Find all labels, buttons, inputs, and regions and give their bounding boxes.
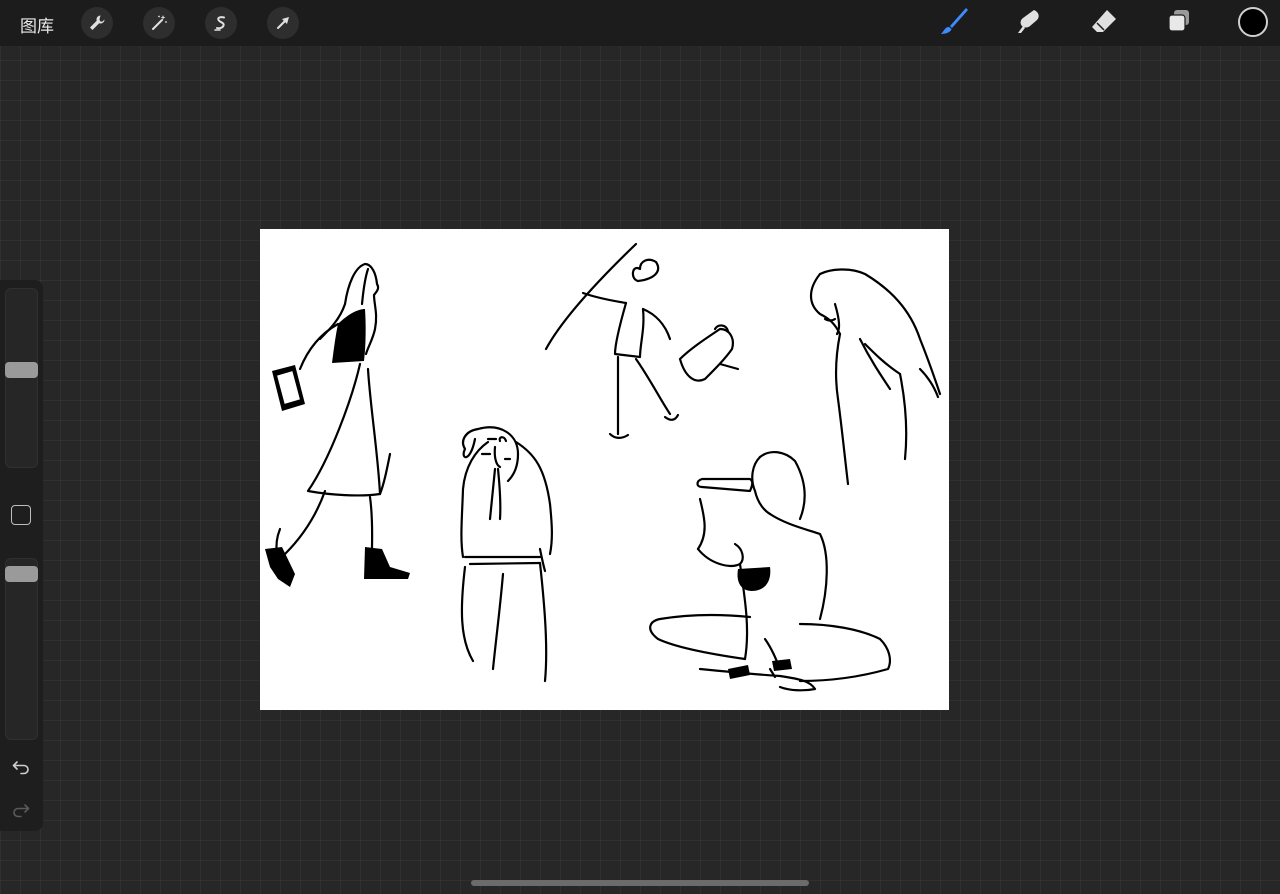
eraser-tool-button[interactable] (1087, 6, 1121, 40)
transform-button[interactable] (267, 7, 299, 39)
woman-black-top (332, 309, 366, 363)
home-indicator[interactable] (471, 880, 809, 886)
selection-button[interactable] (205, 7, 237, 39)
child-with-teddy-figure (544, 242, 740, 439)
transform-arrow-icon (274, 14, 292, 32)
standing-person-figure (460, 426, 553, 683)
adjustments-button[interactable] (143, 7, 175, 39)
actions-button[interactable] (81, 7, 113, 39)
portrait-figure (809, 268, 942, 486)
magic-wand-icon (150, 14, 168, 32)
layers-icon (1165, 7, 1193, 39)
redo-button[interactable] (9, 799, 33, 823)
walking-woman-figure (275, 262, 392, 556)
seated-woman-left-sock (728, 665, 750, 679)
opacity-thumb[interactable] (5, 566, 38, 582)
top-toolbar: 图库 (0, 0, 1280, 46)
selection-icon (212, 14, 230, 32)
brush-tool-button[interactable] (937, 6, 971, 40)
left-sidebar (0, 280, 43, 831)
eraser-icon (1089, 6, 1119, 40)
smudge-icon (1014, 6, 1044, 40)
undo-icon (11, 756, 31, 780)
gallery-button[interactable]: 图库 (20, 12, 54, 37)
smudge-tool-button[interactable] (1012, 6, 1046, 40)
brush-size-slider[interactable] (5, 288, 38, 468)
brush-size-thumb[interactable] (5, 362, 38, 378)
redo-icon (11, 799, 31, 823)
opacity-slider[interactable] (5, 558, 38, 740)
woman-left-boot (265, 547, 295, 587)
wrench-icon (88, 14, 106, 32)
drawing-canvas[interactable] (260, 229, 949, 710)
modify-button[interactable] (11, 505, 31, 525)
woman-right-boot (364, 547, 410, 579)
color-swatch[interactable] (1238, 7, 1268, 37)
line-art-illustration (265, 242, 942, 692)
layers-button[interactable] (1162, 6, 1196, 40)
undo-button[interactable] (9, 756, 33, 780)
seated-woman-bag (737, 567, 771, 591)
seated-woman-right-sock (772, 659, 792, 671)
brush-icon (938, 5, 970, 41)
